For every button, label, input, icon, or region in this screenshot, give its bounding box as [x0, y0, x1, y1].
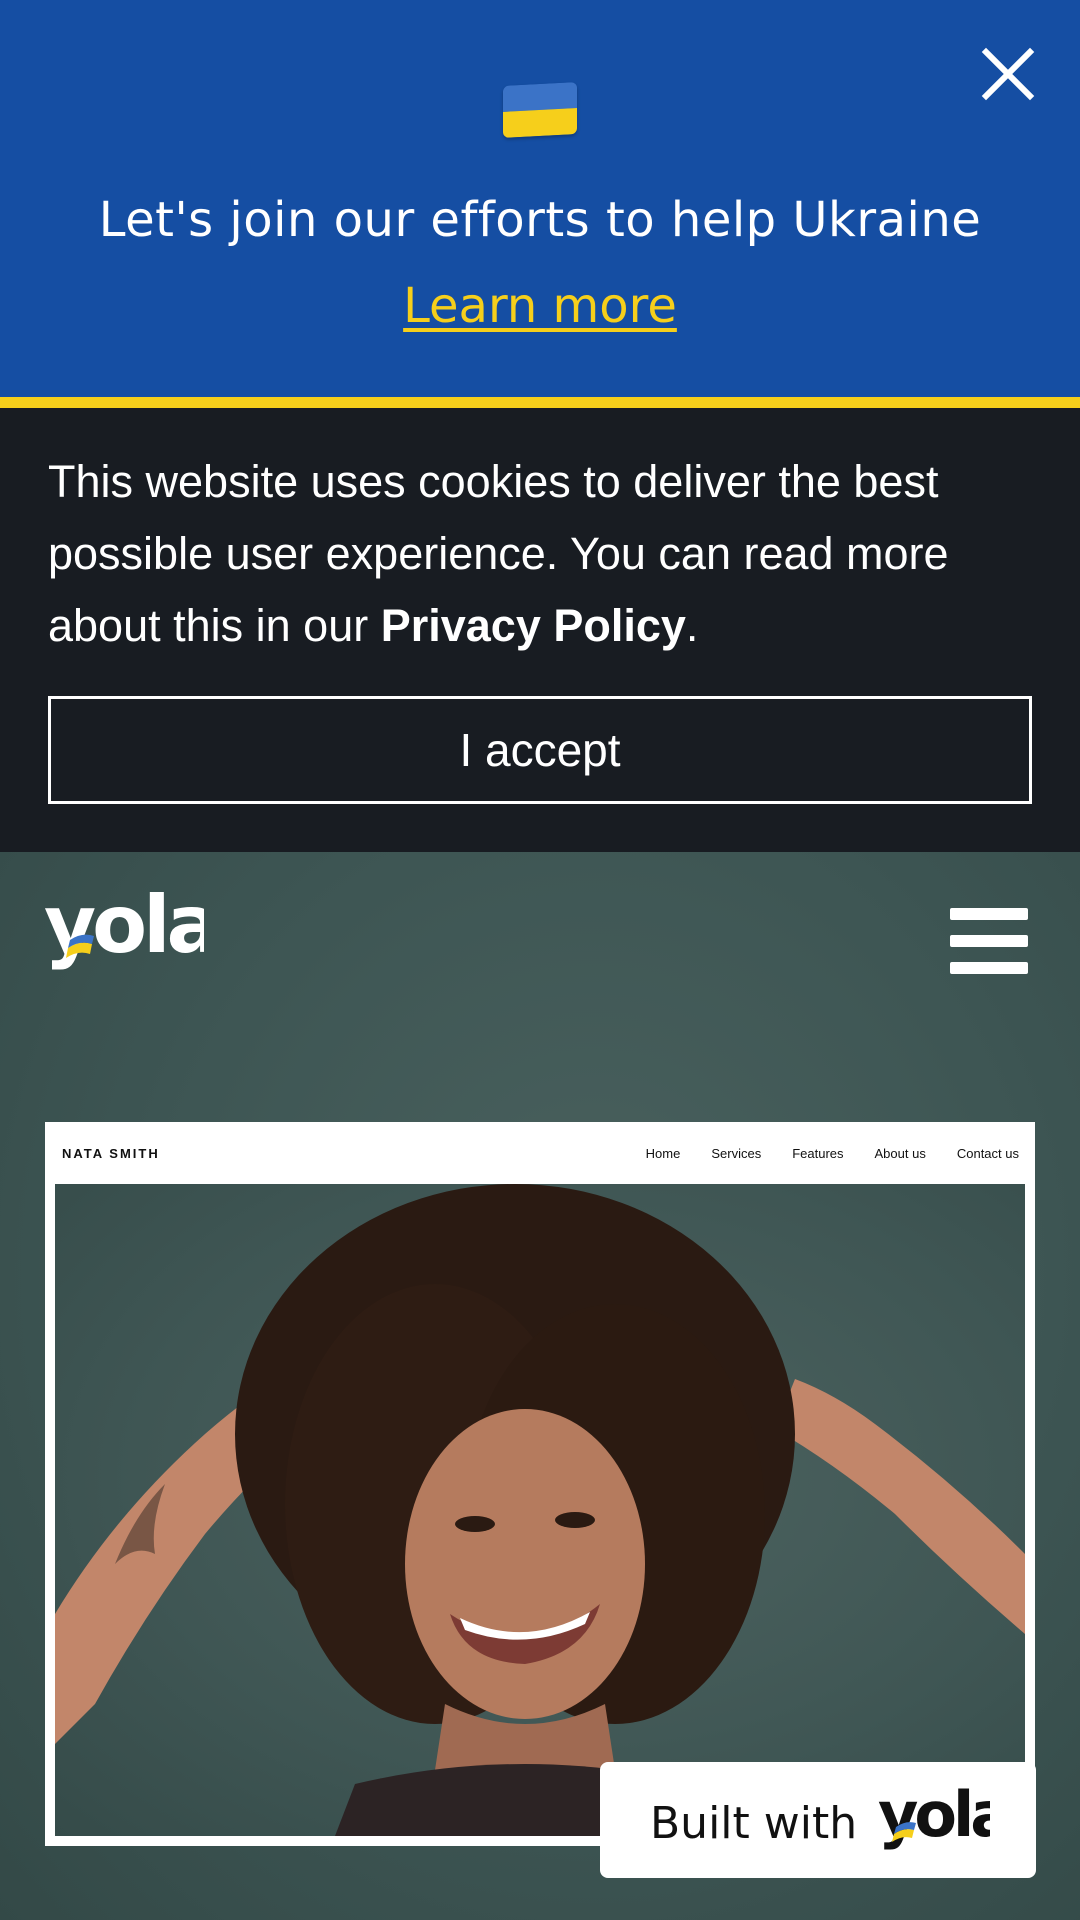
built-with-label: Built with — [650, 1798, 858, 1849]
hero-section: yola NATA SMITH Home Services Features A… — [0, 852, 1080, 1920]
learn-more-link[interactable]: Learn more — [0, 276, 1080, 336]
ukraine-banner: Let's join our efforts to help Ukraine L… — [0, 0, 1080, 397]
yola-logo[interactable]: yola — [44, 878, 221, 992]
close-icon — [981, 47, 1035, 101]
site-preview: NATA SMITH Home Services Features About … — [45, 1122, 1035, 1846]
preview-navbar: NATA SMITH Home Services Features About … — [45, 1122, 1035, 1184]
preview-nav-home: Home — [645, 1146, 681, 1161]
woman-portrait-image — [55, 1184, 1025, 1836]
hero-photo — [55, 1184, 1025, 1836]
preview-menu: Home Services Features About us Contact … — [646, 1146, 1019, 1161]
preview-nav-about: About us — [874, 1146, 926, 1161]
built-with-badge[interactable]: Built with yola — [600, 1762, 1036, 1878]
ukraine-flag-icon — [503, 82, 577, 138]
close-banner-button[interactable] — [980, 46, 1036, 102]
privacy-policy-link[interactable]: Privacy Policy — [381, 600, 686, 651]
preview-nav-features: Features — [792, 1146, 844, 1161]
svg-text:yola: yola — [878, 1784, 990, 1851]
badge-yola-logo: yola — [878, 1778, 1012, 1860]
preview-nav-services: Services — [711, 1146, 762, 1161]
accept-cookies-button[interactable]: I accept — [48, 696, 1032, 804]
yola-badge-icon: yola — [878, 1778, 1012, 1851]
banner-divider — [0, 397, 1080, 408]
hamburger-menu-icon — [950, 908, 1028, 920]
svg-text:yola: yola — [44, 892, 204, 971]
ukraine-message: Let's join our efforts to help Ukraine — [98, 192, 982, 248]
cookie-message: This website uses cookies to deliver the… — [48, 446, 1038, 662]
yola-logo-icon: yola — [44, 878, 221, 971]
cookie-banner: This website uses cookies to deliver the… — [0, 408, 1080, 852]
preview-brand: NATA SMITH — [62, 1146, 160, 1161]
cookie-message-end: . — [685, 600, 699, 651]
preview-nav-contact: Contact us — [956, 1146, 1019, 1161]
hamburger-menu-button[interactable] — [950, 908, 1030, 974]
